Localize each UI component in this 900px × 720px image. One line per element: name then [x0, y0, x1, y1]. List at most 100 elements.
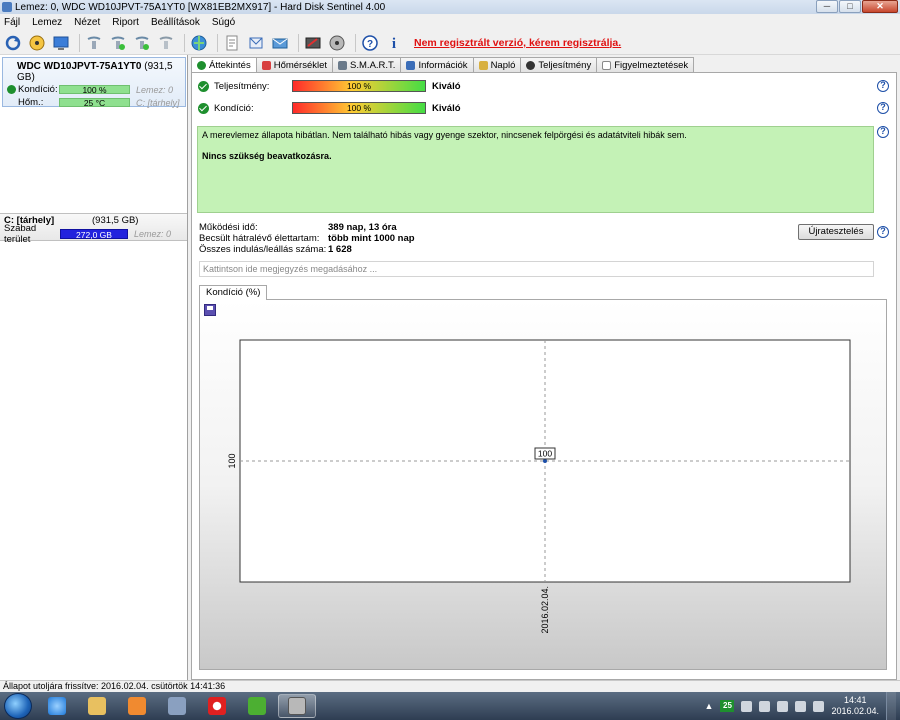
satellite-3-icon[interactable] — [132, 33, 152, 53]
about-icon[interactable]: i — [384, 33, 404, 53]
tray-icon[interactable] — [741, 700, 753, 712]
report-icon[interactable] — [222, 33, 242, 53]
close-button[interactable]: ✕ — [862, 0, 898, 13]
thermometer-icon — [261, 60, 271, 70]
tray-icon[interactable] — [777, 700, 789, 712]
note-input[interactable]: Kattintson ide megjegyzés megadásához ..… — [199, 261, 874, 277]
chart-tab-condition[interactable]: Kondíció (%) — [199, 285, 268, 300]
menu-report[interactable]: Riport — [112, 17, 139, 28]
taskbar-explorer[interactable] — [78, 694, 116, 718]
help-icon[interactable]: ? — [877, 80, 889, 92]
refresh-icon[interactable] — [3, 33, 23, 53]
menu-help[interactable]: Súgó — [212, 17, 235, 28]
partition-size: (931,5 GB) — [92, 215, 139, 226]
menu-disk[interactable]: Lemez — [32, 17, 62, 28]
free-space-label: Szabad terület — [4, 222, 37, 245]
chart-x-tick-label: 2016.02.04. — [540, 586, 550, 634]
send-icon[interactable] — [246, 33, 266, 53]
info-icon — [406, 60, 416, 70]
check-icon — [7, 85, 16, 94]
menu-view[interactable]: Nézet — [74, 17, 100, 28]
performance-label-wrap: Teljesítmény: — [198, 80, 292, 92]
maximize-button[interactable]: □ — [839, 0, 861, 13]
temp-mini-bar: 25 °C — [59, 98, 130, 107]
tab-overview-label: Áttekintés — [209, 60, 251, 71]
registration-warning-link[interactable]: Nem regisztrált verzió, kérem regisztrál… — [414, 37, 621, 49]
tab-smart-label: S.M.A.R.T. — [350, 59, 396, 71]
alerts-icon — [602, 60, 612, 70]
menu-settings[interactable]: Beállítások — [151, 17, 200, 28]
satellite-2-icon[interactable] — [108, 33, 128, 53]
toolbar-separator — [184, 33, 185, 52]
web-icon[interactable] — [189, 33, 209, 53]
tab-log-label: Napló — [490, 59, 516, 71]
startstop-value: 1 628 — [328, 244, 352, 255]
tab-information[interactable]: Információk — [400, 57, 474, 72]
menu-file[interactable]: Fájl — [4, 17, 20, 28]
retest-button[interactable]: Újratesztelés — [798, 224, 874, 240]
satellite-4-icon[interactable] — [156, 33, 176, 53]
folder-icon — [88, 697, 106, 715]
start-button[interactable] — [4, 693, 32, 719]
email-icon[interactable] — [270, 33, 290, 53]
uptime-label: Működési idő: — [199, 222, 258, 233]
chart-data-point — [543, 459, 547, 463]
tray-hdsentinel-badge[interactable]: 25 — [720, 700, 735, 712]
taskbar-media[interactable] — [118, 694, 156, 718]
recommendation-text: Nincs szükség beavatkozásra. — [202, 151, 332, 161]
performance-rating: Kiváló — [432, 80, 461, 92]
help-icon[interactable]: ? — [877, 126, 889, 138]
tray-icon[interactable] — [759, 700, 771, 712]
disk-model: WDC WD10JPVT-75A1YT0 — [17, 61, 142, 72]
performance-row: Teljesítmény: 100 % Kiváló — [198, 79, 461, 93]
taskbar-hdsentinel[interactable] — [278, 694, 316, 718]
check-icon — [197, 61, 206, 70]
help-icon[interactable]: ? — [877, 226, 889, 238]
show-desktop-button[interactable] — [886, 692, 896, 720]
tray-volume-icon[interactable] — [813, 700, 825, 712]
internet-explorer-icon — [48, 697, 66, 715]
taskbar-utorrent[interactable] — [238, 694, 276, 718]
svg-text:i: i — [392, 36, 396, 51]
summary-text: A merevlemez állapota hibátlan. Nem talá… — [202, 130, 687, 140]
window-controls: ─ □ ✕ — [816, 0, 898, 13]
tab-overview[interactable]: Áttekintés — [191, 57, 257, 73]
taskbar-opera[interactable] — [198, 694, 236, 718]
tab-smart[interactable]: S.M.A.R.T. — [332, 57, 402, 72]
disk-card[interactable]: WDC WD10JPVT-75A1YT0 (931,5 GB) Kondíció… — [2, 57, 186, 108]
free-disk-ref: Lemez: 0 — [134, 228, 172, 239]
free-space-bar: 272,0 GB — [60, 228, 128, 240]
tab-temperature[interactable]: Hőmérséklet — [255, 57, 334, 72]
partition-item[interactable]: C: [tárhely] (931,5 GB) Szabad terület 2… — [0, 213, 187, 245]
smart-icon — [338, 60, 348, 70]
tab-information-label: Információk — [418, 59, 468, 71]
toolbar-separator — [355, 33, 356, 52]
hard-disk-icon — [288, 697, 306, 715]
disk-condition-row: Kondíció: 100 % Lemez: 0 — [3, 83, 185, 96]
startstop-label: Összes indulás/leállás száma: — [199, 244, 327, 255]
disk-surface-icon[interactable] — [327, 33, 347, 53]
tray-icon[interactable] — [795, 700, 807, 712]
overview-panel: Teljesítmény: 100 % Kiváló ? Kondíció: 1… — [191, 72, 897, 680]
disk-status-icon[interactable] — [27, 33, 47, 53]
taskbar-network[interactable] — [158, 694, 196, 718]
help-icon[interactable]: ? — [360, 33, 380, 53]
tab-performance-label: Teljesítmény — [538, 59, 592, 71]
tab-log[interactable]: Napló — [472, 57, 522, 72]
taskbar-clock[interactable]: 14:41 2016.02.04. — [831, 695, 879, 717]
tray-expand-icon[interactable]: ▲ — [705, 701, 714, 711]
tab-performance[interactable]: Teljesítmény — [520, 57, 598, 72]
temp-label: Hőm.: — [18, 97, 44, 108]
partition-free-row: Szabad terület 272,0 GB Lemez: 0 — [0, 223, 187, 245]
satellite-1-icon[interactable] — [84, 33, 104, 53]
app-icon — [2, 2, 12, 12]
disk-test-icon[interactable] — [303, 33, 323, 53]
minimize-button[interactable]: ─ — [816, 0, 838, 13]
tab-alerts[interactable]: Figyelmeztetések — [596, 57, 695, 72]
help-icon[interactable]: ? — [877, 102, 889, 114]
monitor-icon[interactable] — [51, 33, 71, 53]
condition-chart-area: 100 2016.02.04. 100 — [199, 299, 887, 670]
taskbar-ie[interactable] — [38, 694, 76, 718]
condition-row: Kondíció: 100 % Kiváló — [198, 101, 461, 115]
toolbar: ? i Nem regisztrált verzió, kérem regisz… — [0, 31, 900, 55]
